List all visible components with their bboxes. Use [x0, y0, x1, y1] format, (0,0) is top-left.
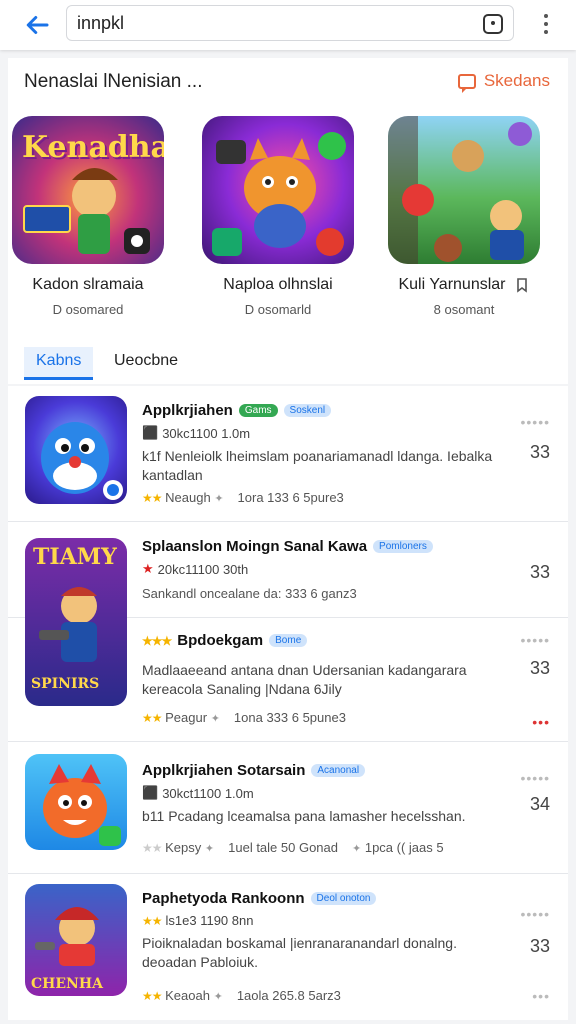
chat-icon [457, 73, 476, 93]
rating-stars: ★★ [142, 841, 162, 855]
featured-app-card[interactable]: Naploa olhnslai D osomarld [198, 116, 358, 317]
app-icon [388, 116, 540, 264]
app-subtitle: 8 osomant [433, 302, 495, 317]
section-title: Nenaslai lNenisian ... [24, 71, 203, 92]
more-dots[interactable]: ••• [532, 714, 550, 730]
app-thumbnail: TIAMY SPINIRS [25, 538, 127, 706]
pin-icon: ✦ [213, 991, 223, 1003]
app-list: Applkrjiahen Gams Soskenl ⬛ 30kc1100 1.0… [8, 386, 568, 1020]
star-icon: ★ [142, 561, 154, 576]
pin-icon: ✦ [352, 843, 362, 855]
pin-icon: ✦ [210, 713, 220, 725]
category-tag: Pomloners [373, 540, 433, 553]
tab-apps[interactable]: Kabns [24, 347, 94, 380]
app-score: 33 [529, 442, 550, 462]
featured-section: Nenaslai lNenisian ... Skedans Kenadha K… [8, 58, 568, 338]
rating-stars: ★★ [142, 913, 162, 928]
list-item[interactable]: Applkrjiahen Gams Soskenl ⬛ 30kc1100 1.0… [8, 386, 568, 522]
svg-text:SPINIRS: SPINIRS [31, 676, 99, 692]
app-description: Madlaaeeand antana dnan Udersanian kadan… [142, 662, 467, 697]
list-item[interactable]: TIAMY SPINIRS Splaanslon Moingn Sanal Ka… [8, 522, 568, 706]
app-thumbnail: CHENHA [25, 884, 127, 996]
app-description: k1f Nenleiolk lheimslam poanariamanadl l… [142, 448, 493, 483]
app-name: Kuli Yarnunslar [384, 276, 544, 294]
tab-bar: Kabns Ueocbne [8, 338, 568, 384]
back-arrow-icon[interactable] [22, 10, 52, 40]
see-more-link[interactable]: Skedans [457, 71, 550, 93]
app-score: 34 [529, 794, 550, 814]
download-icon: ⬛ [142, 425, 159, 440]
app-thumbnail [25, 754, 127, 850]
download-icon: ⬛ [142, 785, 159, 800]
app-meta: ⬛ 30kct1100 1.0m [142, 785, 254, 801]
app-title: ★★★ Bpdoekgam Bome [142, 632, 512, 649]
rating-stars: ★★ [142, 711, 162, 725]
app-name: Kadon slramaia [32, 276, 144, 293]
app-icon [202, 116, 354, 264]
app-score: 33 [529, 562, 550, 582]
app-thumbnail [25, 396, 127, 504]
list-item[interactable]: CHENHA Paphetyoda Rankoonn Deol onoton ★… [8, 874, 568, 1020]
app-subtitle: D osomarld [244, 302, 312, 317]
category-tag: Soskenl [283, 404, 332, 417]
rating-stars: ★★★ [142, 633, 172, 648]
rating-stars: ★★ [142, 491, 162, 505]
top-app-bar [0, 0, 576, 50]
app-icon: Kenadha [12, 116, 164, 264]
bookmark-icon[interactable] [514, 277, 530, 293]
featured-app-card[interactable]: Kuli Yarnunslar 8 osomant [384, 116, 544, 317]
app-score: 33 [529, 936, 550, 956]
app-meta: ⬛ 30kc1100 1.0m [142, 425, 251, 441]
more-dots[interactable]: ••••• [520, 906, 550, 922]
search-input[interactable] [77, 6, 477, 40]
more-dots[interactable]: ••••• [520, 632, 550, 648]
search-box[interactable] [66, 5, 514, 41]
app-footer: ★★ Peagur ✦ 1ona 333 6 5pune3 [142, 710, 346, 725]
category-tag: Acanonal [311, 764, 366, 777]
list-item[interactable]: Applkrjiahen Sotarsain Acanonal ⬛ 30kct1… [8, 742, 568, 874]
rating-stars: ★★ [142, 989, 162, 1003]
app-description: b11 Pcadang lceamalsa pana lamasher hece… [142, 808, 466, 824]
app-footer: ★★ Keaoah ✦ 1aola 265.8 5arz3 [142, 988, 341, 1003]
app-title: Applkrjiahen Sotarsain Acanonal [142, 762, 512, 779]
more-dots[interactable]: ••••• [520, 770, 550, 786]
app-meta: ★ 20kc11100 30th [142, 561, 249, 577]
app-score: 33 [529, 658, 550, 678]
app-footer: ★★ Neaugh ✦ 1ora 133 6 5pure3 [142, 490, 344, 505]
tab-games[interactable]: Ueocbne [102, 347, 190, 377]
svg-text:TIAMY: TIAMY [33, 544, 117, 570]
app-footer: Sankandl oncealane da: 333 6 ganz3 [142, 586, 357, 601]
app-title: Splaanslon Moingn Sanal Kawa Pomloners [142, 538, 512, 555]
app-art-title: Kenadha [22, 130, 164, 165]
category-tag: Gams [238, 404, 278, 417]
category-tag: Bome [269, 634, 308, 647]
app-description: Pioiknaladan boskamal |ienranaranandarl … [142, 935, 457, 970]
svg-text:CHENHA: CHENHA [31, 976, 104, 992]
app-footer: ★★ Kepsy ✦ 1uel tale 50 Gonad ✦ 1pca (( … [142, 840, 444, 855]
app-meta: ★★ ls1e3 1190 8nn [142, 913, 254, 928]
app-title: Paphetyoda Rankoonn Deol onoton [142, 890, 512, 907]
app-title: Applkrjiahen Gams Soskenl [142, 402, 512, 419]
more-dots[interactable]: ••• [532, 988, 550, 1004]
category-tag: Deol onoton [310, 892, 377, 905]
app-name: Naploa olhnslai [223, 276, 333, 293]
more-options-icon[interactable] [536, 12, 556, 38]
app-subtitle: D osomared [52, 302, 124, 317]
pin-icon: ✦ [214, 493, 224, 505]
featured-app-card[interactable]: Kenadha Kadon slramaia D osomared [8, 116, 168, 317]
more-dots[interactable]: ••••• [520, 414, 550, 430]
pin-icon: ✦ [204, 843, 215, 855]
voice-search-icon[interactable] [483, 14, 503, 34]
